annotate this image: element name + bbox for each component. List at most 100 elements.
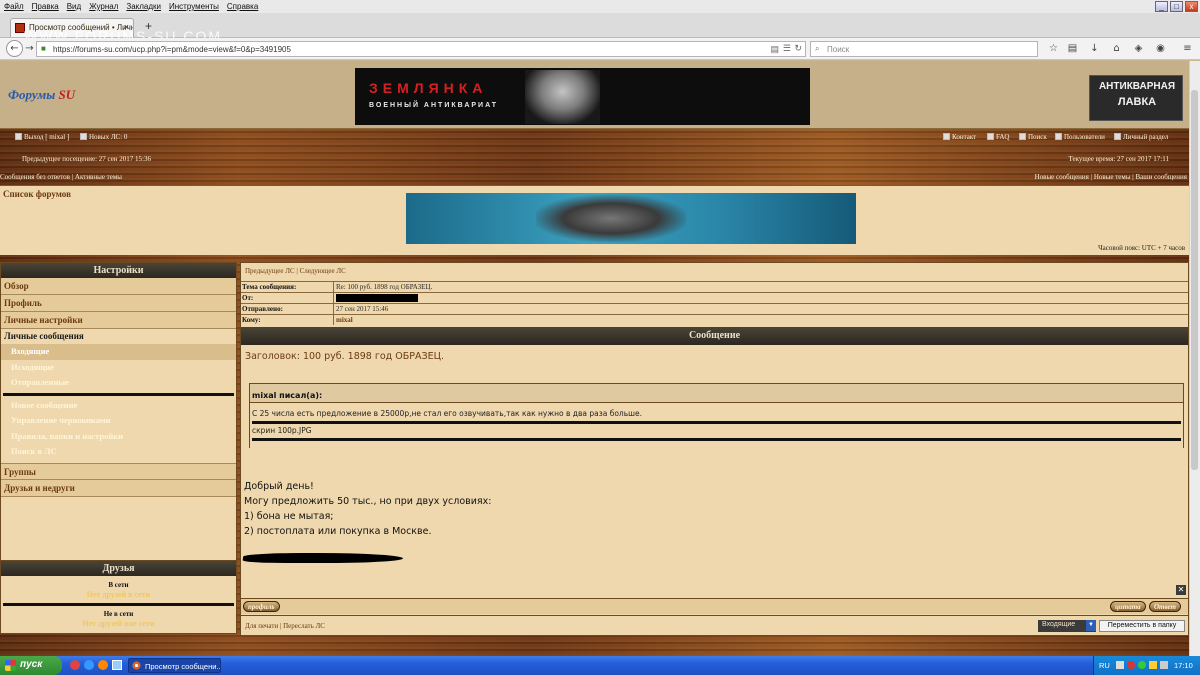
quote-button[interactable]: цитата [1110, 601, 1146, 612]
lock-icon: ■ [41, 44, 46, 53]
top-navigation-bar: Выход [ mixal ] Новых ЛС: 0 Контакт FAQ … [0, 129, 1189, 185]
sidebar-item-drafts[interactable]: Управление черновиками [1, 413, 236, 429]
home-icon[interactable]: ⌂ [1109, 41, 1124, 56]
new-pm-link[interactable]: Новых ЛС: 0 [80, 133, 127, 141]
search-link[interactable]: Поиск [1019, 133, 1047, 141]
logo-su: SU [58, 87, 76, 102]
sidebar-item-pm-search[interactable]: Поиск в ЛС [1, 444, 236, 460]
folder-select[interactable]: Входящие ▼ [1038, 620, 1096, 632]
menu-view[interactable]: Вид [63, 0, 85, 11]
friends-online-empty: Нет друзей в сети [86, 590, 151, 599]
pocket-icon[interactable]: ◈ [1131, 41, 1146, 56]
sidebar-item-pm[interactable]: Личные сообщения [1, 329, 236, 344]
tray-antivirus-icon[interactable] [1127, 661, 1135, 669]
to-label: Кому: [241, 315, 334, 325]
downloads-icon[interactable]: ↓ [1087, 41, 1102, 56]
menu-history[interactable]: Журнал [85, 0, 122, 11]
show-desktop-icon[interactable] [112, 660, 122, 670]
contact-link[interactable]: Контакт [943, 133, 976, 141]
to-value[interactable]: mixal [336, 316, 353, 324]
minimize-button[interactable]: _ [1155, 1, 1168, 12]
pm-navigation: Предыдущее ЛС | Следующее ЛС [245, 267, 346, 275]
start-button[interactable]: пуск [0, 656, 62, 675]
quicklaunch-app-icon[interactable] [70, 660, 80, 670]
sidebar-item-inbox[interactable]: Входящие [1, 344, 236, 360]
addon-icon[interactable]: ◉ [1153, 41, 1168, 56]
taskbar-firefox-window[interactable]: Просмотр сообщени... [128, 658, 221, 673]
site-logo[interactable]: Форумы SU [8, 87, 75, 103]
unanswered-link[interactable]: Сообщения без ответов [0, 173, 70, 181]
web-page: Форумы SU ЗЕМЛЯНКА ВОЕННЫЙ АНТИКВАРИАТ А… [0, 61, 1189, 656]
tray-volume-icon[interactable] [1149, 661, 1157, 669]
menu-help[interactable]: Справка [223, 0, 262, 11]
back-button[interactable]: ← [6, 40, 23, 57]
forward-button[interactable]: → [22, 41, 37, 56]
search-label: Поиск [1028, 133, 1047, 141]
report-icon[interactable]: ✕ [1176, 585, 1186, 595]
sidebar-item-groups[interactable]: Группы [1, 462, 236, 480]
forum-index-link[interactable]: Список форумов [3, 189, 71, 199]
attachment-link[interactable]: скрин 100р.JPG [252, 426, 312, 435]
search-nav-icon [1019, 133, 1026, 140]
message-line: 1) бона не мытая; [244, 511, 334, 522]
message-section-header: Сообщение [241, 327, 1188, 345]
page-actions-icon[interactable]: ☰ [783, 43, 791, 54]
sent-value: 27 сен 2017 15:46 [336, 305, 389, 313]
redacted-signature [242, 553, 404, 563]
prev-pm-link[interactable]: Предыдущее ЛС [245, 267, 295, 275]
reader-view-icon[interactable]: ▤ [770, 44, 779, 55]
logo-text: Форумы [8, 87, 59, 102]
ucp-link[interactable]: Личный раздел [1114, 133, 1168, 141]
tray-misc-icon[interactable] [1160, 661, 1168, 669]
profile-button[interactable]: профиль [243, 601, 280, 612]
sidebar-item-overview[interactable]: Обзор [1, 278, 236, 295]
sidebar-item-rules[interactable]: Правила, папки и настройки [1, 429, 236, 445]
close-window-button[interactable]: x [1185, 1, 1198, 12]
sidebar-item-profile[interactable]: Профиль [1, 295, 236, 312]
quote-body: С 25 числа есть предложение в 25000р,не … [250, 402, 1183, 448]
reload-icon[interactable]: ↻ [794, 43, 802, 54]
language-indicator[interactable]: RU [1099, 661, 1110, 670]
sidebar-item-sent[interactable]: Отправленные [1, 375, 236, 391]
message-title: Заголовок: 100 руб. 1898 год ОБРАЗЕЦ. [245, 351, 444, 362]
forward-link[interactable]: Переслать ЛС [283, 622, 325, 630]
library-icon[interactable]: ▤ [1065, 41, 1080, 56]
your-posts-link[interactable]: Ваши сообщения [1135, 173, 1187, 181]
faq-link[interactable]: FAQ [987, 133, 1009, 141]
url-bar[interactable]: ■ https://forums-su.com/ucp.php?i=pm&mod… [36, 41, 806, 57]
sidebar-item-compose[interactable]: Новое сообщение [1, 398, 236, 414]
menu-file[interactable]: Файл [0, 0, 28, 11]
menu-tools[interactable]: Инструменты [165, 0, 223, 11]
tray-network-icon[interactable] [1116, 661, 1124, 669]
reply-button[interactable]: Ответ [1149, 601, 1182, 612]
search-input[interactable]: ⌕ Поиск [810, 41, 1038, 57]
menu-bookmarks[interactable]: Закладки [122, 0, 165, 11]
from-row: От: [241, 292, 1188, 303]
bookmark-star-icon[interactable]: ☆ [1046, 41, 1061, 56]
engine-ad-banner[interactable] [406, 193, 856, 244]
move-to-folder-button[interactable]: Переместить в папку [1099, 620, 1185, 632]
to-row: Кому: mixal [241, 314, 1188, 325]
zemlyanka-banner[interactable]: ЗЕМЛЯНКА ВОЕННЫЙ АНТИКВАРИАТ [355, 68, 810, 125]
tray-status-icon[interactable] [1138, 661, 1146, 669]
print-link[interactable]: Для печати [245, 622, 278, 630]
redacted-sender [336, 294, 418, 302]
scrollbar-thumb[interactable] [1191, 90, 1198, 470]
sidebar-item-friends-foes[interactable]: Друзья и недруги [1, 479, 236, 497]
new-topics-link[interactable]: Новые темы [1094, 173, 1131, 181]
clock[interactable]: 17:10 [1174, 661, 1193, 670]
sidebar-item-outbox[interactable]: Исходящие [1, 360, 236, 376]
members-link[interactable]: Пользователи [1055, 133, 1105, 141]
sidebar-item-prefs[interactable]: Личные настройки [1, 312, 236, 329]
active-topics-link[interactable]: Активные темы [75, 173, 122, 181]
quicklaunch-ie-icon[interactable] [84, 660, 94, 670]
menu-edit[interactable]: Правка [28, 0, 63, 11]
quicklaunch-firefox-icon[interactable] [98, 660, 108, 670]
next-pm-link[interactable]: Следующее ЛС [300, 267, 346, 275]
hamburger-menu-icon[interactable]: ≡ [1180, 41, 1195, 56]
logout-link[interactable]: Выход [ mixal ] [15, 133, 69, 141]
logout-icon [15, 133, 22, 140]
maximize-button[interactable]: □ [1170, 1, 1183, 12]
antique-shop-banner[interactable]: АНТИКВАРНАЯ ЛАВКА [1089, 75, 1183, 121]
new-posts-link[interactable]: Новые сообщения [1035, 173, 1089, 181]
